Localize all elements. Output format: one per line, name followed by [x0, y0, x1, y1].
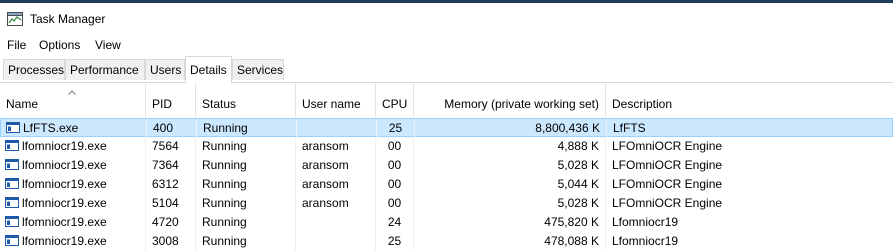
application-window-icon — [5, 235, 19, 246]
column-header-name[interactable]: Name — [0, 83, 146, 117]
task-manager-icon — [7, 12, 23, 26]
table-row[interactable]: lfomniocr19.exe 4720 Running 24 475,820 … — [0, 213, 893, 232]
pid-cell: 7564 — [146, 137, 196, 156]
pid-cell: 5104 — [146, 194, 196, 213]
tab-details[interactable]: Details — [185, 56, 232, 83]
application-window-icon — [5, 140, 19, 151]
status-cell: Running — [196, 175, 296, 194]
application-window-icon — [5, 216, 19, 227]
description-cell: LFOmniOCR Engine — [612, 158, 723, 172]
cpu-cell: 00 — [376, 175, 414, 194]
status-cell: Running — [196, 156, 296, 175]
description-cell: LfFTS — [613, 121, 646, 135]
table-header: Name PID Status User name CPU Memory (pr… — [0, 83, 893, 117]
memory-cell: 5,028 K — [414, 194, 606, 213]
process-name-cell: lfomniocr19.exe — [0, 194, 146, 213]
process-name-cell: lfomniocr19.exe — [0, 232, 146, 251]
menu-options[interactable]: Options — [39, 38, 80, 52]
process-name-cell: lfomniocr19.exe — [0, 213, 146, 232]
user-cell: aransom — [296, 175, 376, 194]
memory-cell: 5,044 K — [414, 175, 606, 194]
process-name-cell: lfomniocr19.exe — [0, 156, 146, 175]
application-window-icon — [5, 197, 19, 208]
tab-strip: Processes Performance Users Details Serv… — [0, 56, 893, 83]
user-cell: aransom — [296, 156, 376, 175]
description-cell: LFOmniOCR Engine — [612, 177, 723, 191]
user-cell — [296, 213, 376, 232]
status-cell: Running — [196, 232, 296, 251]
sort-ascending-icon — [68, 90, 76, 95]
column-header-description[interactable]: Description — [606, 83, 893, 117]
pid-cell: 7364 — [146, 156, 196, 175]
title-bar[interactable]: Task Manager — [0, 3, 893, 33]
cpu-cell: 25 — [376, 232, 414, 251]
user-cell: aransom — [296, 137, 376, 156]
cpu-cell: 00 — [376, 156, 414, 175]
memory-cell: 4,888 K — [414, 137, 606, 156]
menu-bar: File Options View — [0, 34, 893, 56]
application-window-icon — [5, 159, 19, 170]
cpu-cell: 00 — [376, 194, 414, 213]
pid-cell: 400 — [147, 119, 197, 138]
column-header-user-name[interactable]: User name — [296, 83, 376, 117]
description-cell: LFOmniOCR Engine — [612, 196, 723, 210]
user-cell — [296, 232, 376, 251]
table-row[interactable]: lfomniocr19.exe 7364 Running aransom 00 … — [0, 156, 893, 175]
column-header-memory[interactable]: Memory (private working set) — [414, 83, 606, 117]
memory-cell: 475,820 K — [414, 213, 606, 232]
process-name-cell: lfomniocr19.exe — [0, 137, 146, 156]
tab-processes[interactable]: Processes — [3, 59, 65, 80]
user-cell: aransom — [296, 194, 376, 213]
status-cell: Running — [197, 119, 297, 138]
description-cell: Lfomniocr19 — [612, 234, 679, 248]
status-cell: Running — [196, 213, 296, 232]
description-cell: LFOmniOCR Engine — [612, 139, 723, 153]
description-cell: Lfomniocr19 — [612, 215, 679, 229]
table-row[interactable]: lfomniocr19.exe 3008 Running 25 478,088 … — [0, 232, 893, 251]
pid-cell: 6312 — [146, 175, 196, 194]
column-header-status[interactable]: Status — [196, 83, 296, 117]
column-header-pid[interactable]: PID — [146, 83, 196, 117]
memory-cell: 5,028 K — [414, 156, 606, 175]
table-row[interactable]: lfomniocr19.exe 7564 Running aransom 00 … — [0, 137, 893, 156]
status-cell: Running — [196, 194, 296, 213]
menu-file[interactable]: File — [7, 38, 26, 52]
application-window-icon — [6, 122, 20, 133]
process-name-cell: LfFTS.exe — [1, 119, 147, 138]
table-row[interactable]: lfomniocr19.exe 6312 Running aransom 00 … — [0, 175, 893, 194]
window-title: Task Manager — [30, 12, 106, 26]
tab-performance[interactable]: Performance — [65, 59, 145, 80]
pid-cell: 3008 — [146, 232, 196, 251]
memory-cell: 8,800,436 K — [415, 119, 607, 138]
table-row[interactable]: lfomniocr19.exe 5104 Running aransom 00 … — [0, 194, 893, 213]
tab-services[interactable]: Services — [232, 59, 284, 80]
memory-cell: 478,088 K — [414, 232, 606, 251]
menu-view[interactable]: View — [95, 38, 121, 52]
pid-cell: 4720 — [146, 213, 196, 232]
tab-users[interactable]: Users — [145, 59, 185, 80]
cpu-cell: 00 — [376, 137, 414, 156]
application-window-icon — [5, 178, 19, 189]
details-table: Name PID Status User name CPU Memory (pr… — [0, 83, 893, 251]
column-header-cpu[interactable]: CPU — [376, 83, 414, 117]
user-cell — [297, 119, 377, 138]
cpu-cell: 24 — [376, 213, 414, 232]
process-name-cell: lfomniocr19.exe — [0, 175, 146, 194]
table-row[interactable]: LfFTS.exe 400 Running 25 8,800,436 K LfF… — [0, 118, 893, 138]
status-cell: Running — [196, 137, 296, 156]
cpu-cell: 25 — [377, 119, 415, 138]
